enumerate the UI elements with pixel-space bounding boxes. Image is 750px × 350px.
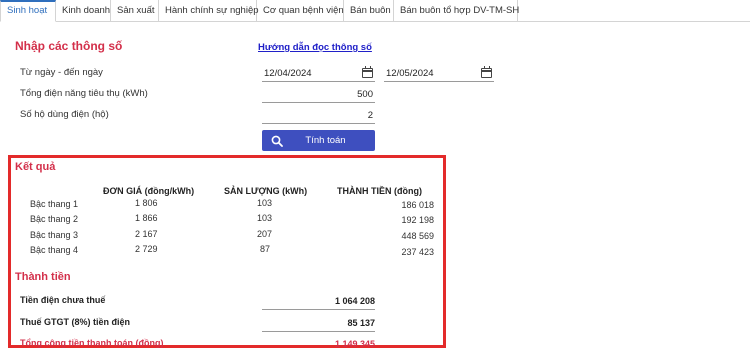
calendar-icon[interactable] <box>362 66 373 78</box>
tab-bar: Sinh hoạt Kinh doanh Sản xuất Hành chính… <box>0 0 750 22</box>
amount-column-header: THÀNH TIỀN (đồng) <box>337 186 422 196</box>
tier-volume: 207 <box>257 229 273 239</box>
tier-price: 1 866 <box>135 213 158 223</box>
calculate-button[interactable]: Tính toán <box>262 130 375 151</box>
vat-underline <box>262 331 375 332</box>
calendar-icon[interactable] <box>481 66 492 78</box>
tier-amount: 237 423 <box>401 247 434 257</box>
tier-volume: 87 <box>260 244 271 254</box>
totals-title: Thành tiền <box>15 271 71 283</box>
tab-sinh-hoat[interactable]: Sinh hoạt <box>0 0 56 22</box>
consumption-label: Tổng điện năng tiêu thụ (kWh) <box>20 88 148 99</box>
tier-price: 1 806 <box>135 198 158 208</box>
to-date-input[interactable]: 12/05/2024 <box>384 66 494 82</box>
tab-kinh-doanh[interactable]: Kinh doanh <box>56 0 111 22</box>
to-date-value: 12/05/2024 <box>386 68 434 79</box>
tier-amount: 448 569 <box>401 231 434 241</box>
households-input[interactable]: 2 <box>262 108 375 124</box>
from-date-input[interactable]: 12/04/2024 <box>262 66 375 82</box>
tier-price: 2 729 <box>135 244 158 254</box>
tier-price: 2 167 <box>135 229 158 239</box>
tier-amount: 192 198 <box>401 215 434 225</box>
grand-total-value: 1 149 345 <box>334 339 375 349</box>
tier-volume: 103 <box>257 213 273 223</box>
tab-ban-buon-to-hop[interactable]: Bán buôn tổ hợp DV-TM-SH <box>394 0 519 22</box>
calculate-button-label: Tính toán <box>305 135 346 146</box>
date-range-label: Từ ngày - đến ngày <box>20 67 103 78</box>
pre-tax-label: Tiền điện chưa thuế <box>20 295 106 305</box>
price-column-header: ĐƠN GIÁ (đồng/kWh) <box>103 186 195 196</box>
consumption-input[interactable]: 500 <box>262 87 375 103</box>
tab-co-quan-benh-vien[interactable]: Cơ quan bệnh viện <box>257 0 344 22</box>
vat-value: 85 137 <box>347 318 375 328</box>
tab-ban-buon[interactable]: Bán buôn <box>344 0 394 22</box>
volume-column-header: SẢN LƯỢNG (kWh) <box>224 186 308 196</box>
tier-label: Bậc thang 2 <box>30 214 79 224</box>
tier-label: Bậc thang 1 <box>30 199 79 209</box>
guide-link[interactable]: Hướng dẫn đọc thông số <box>258 42 372 53</box>
households-label: Số hộ dùng điện (hộ) <box>20 109 109 120</box>
results-title: Kết quả <box>15 161 56 173</box>
tab-hanh-chinh-su-nghiep[interactable]: Hành chính sự nghiệp <box>159 0 259 22</box>
tab-san-xuat[interactable]: Sản xuất <box>111 0 159 22</box>
tier-label: Bậc thang 3 <box>30 230 79 240</box>
vat-label: Thuế GTGT (8%) tiền điện <box>20 317 130 327</box>
input-section-title: Nhập các thông số <box>15 39 123 53</box>
tier-label: Bậc thang 4 <box>30 245 79 255</box>
pre-tax-underline <box>262 309 375 310</box>
grand-total-label: Tổng cộng tiền thanh toán (đồng) <box>20 338 164 348</box>
tier-amount: 186 018 <box>401 200 434 210</box>
tier-volume: 103 <box>257 198 273 208</box>
from-date-value: 12/04/2024 <box>264 68 312 79</box>
pre-tax-value: 1 064 208 <box>334 296 375 306</box>
